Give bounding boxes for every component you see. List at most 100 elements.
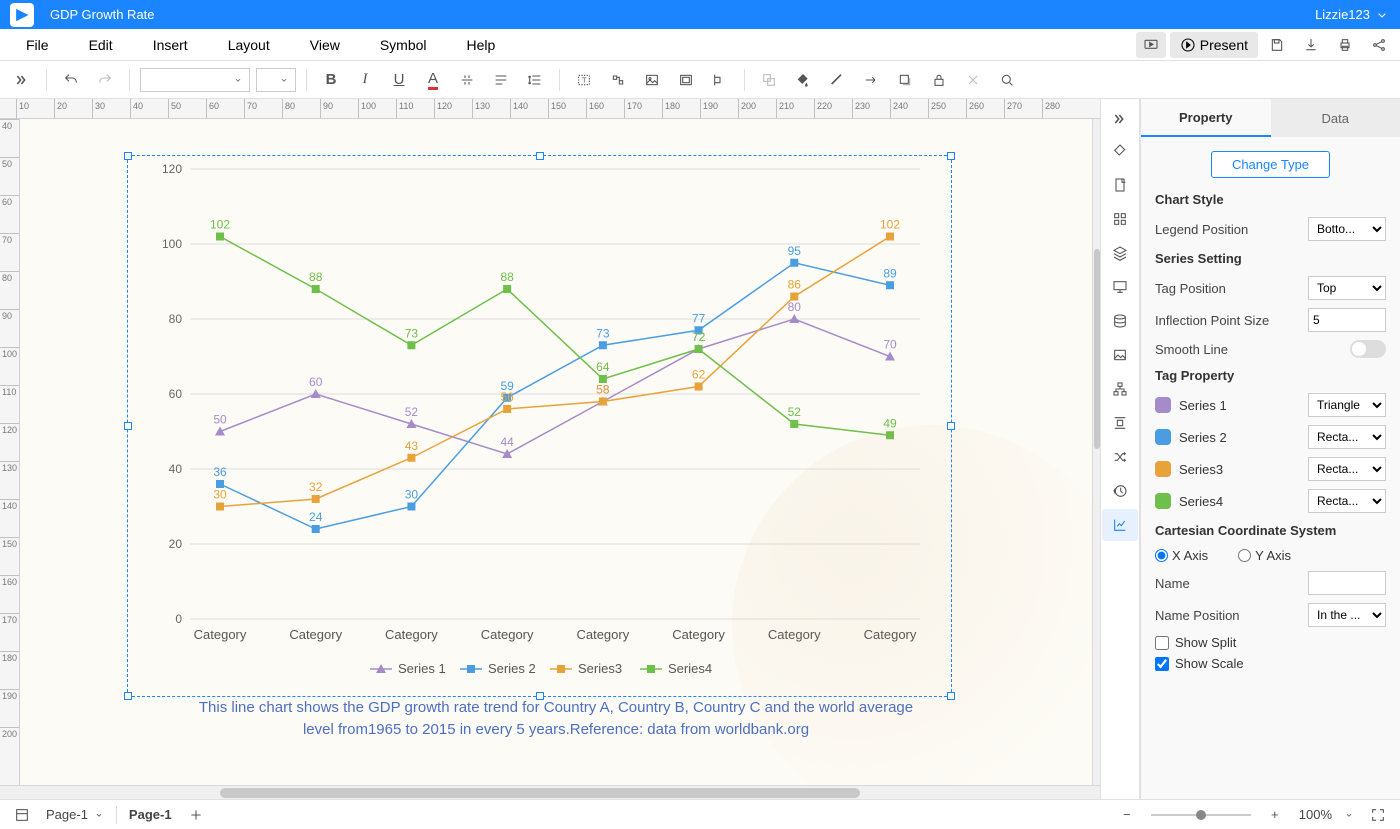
lock-icon[interactable]: [925, 66, 953, 94]
hierarchy-panel-icon[interactable]: [1102, 373, 1138, 405]
svg-text:72: 72: [692, 330, 706, 344]
axis-name-input[interactable]: [1308, 571, 1386, 595]
fullscreen-icon[interactable]: [1366, 803, 1390, 827]
menu-layout[interactable]: Layout: [208, 32, 290, 58]
chart-panel-icon[interactable]: [1102, 509, 1138, 541]
show-scale-checkbox[interactable]: Show Scale: [1155, 656, 1386, 671]
line-style-icon[interactable]: [823, 66, 851, 94]
svg-text:Category: Category: [194, 627, 247, 642]
grid-panel-icon[interactable]: [1102, 203, 1138, 235]
scrollbar-v[interactable]: [1094, 249, 1100, 449]
svg-text:73: 73: [596, 326, 610, 340]
svg-text:Category: Category: [768, 627, 821, 642]
property-panel: Property Data Change Type Chart Style Le…: [1140, 99, 1400, 799]
underline-icon[interactable]: U: [385, 66, 413, 94]
print-icon[interactable]: [1330, 32, 1360, 58]
inflection-size-input[interactable]: [1308, 308, 1386, 332]
spacing-panel-icon[interactable]: [1102, 407, 1138, 439]
save-icon[interactable]: [1262, 32, 1292, 58]
tag-position-select[interactable]: Top: [1308, 276, 1386, 300]
share-icon[interactable]: [1364, 32, 1394, 58]
more-icon[interactable]: [8, 66, 36, 94]
statusbar: Page-1 Page-1 − + 100%: [0, 799, 1400, 829]
redo-icon[interactable]: [91, 66, 119, 94]
zoom-out-icon[interactable]: −: [1115, 803, 1139, 827]
fill-panel-icon[interactable]: [1102, 135, 1138, 167]
series-shape-select[interactable]: Recta...: [1308, 457, 1386, 481]
add-page-icon[interactable]: [184, 803, 208, 827]
font-family-combo[interactable]: [140, 68, 250, 92]
series-shape-select[interactable]: Recta...: [1308, 425, 1386, 449]
scrollbar-h[interactable]: [0, 785, 1100, 799]
page-selector[interactable]: Page-1: [46, 807, 104, 823]
x-axis-radio[interactable]: X Axis: [1155, 548, 1208, 563]
export-icon[interactable]: [1296, 32, 1326, 58]
history-panel-icon[interactable]: [1102, 475, 1138, 507]
menu-symbol[interactable]: Symbol: [360, 32, 447, 58]
text-box-icon[interactable]: T: [570, 66, 598, 94]
app-logo[interactable]: [10, 3, 34, 27]
align-objects-icon[interactable]: [706, 66, 734, 94]
svg-text:Series3: Series3: [578, 661, 622, 676]
page-list-icon[interactable]: [10, 803, 34, 827]
show-split-checkbox[interactable]: Show Split: [1155, 635, 1386, 650]
slideshow-icon[interactable]: [1136, 32, 1166, 58]
series-shape-select[interactable]: Triangle: [1308, 393, 1386, 417]
undo-icon[interactable]: [57, 66, 85, 94]
align-v-icon[interactable]: [453, 66, 481, 94]
shuffle-panel-icon[interactable]: [1102, 441, 1138, 473]
menu-edit[interactable]: Edit: [69, 32, 133, 58]
canvas[interactable]: 020406080100120CategoryCategoryCategoryC…: [20, 119, 1092, 785]
menu-file[interactable]: File: [6, 32, 69, 58]
series-shape-select[interactable]: Recta...: [1308, 489, 1386, 513]
svg-text:80: 80: [788, 300, 802, 314]
svg-text:60: 60: [169, 387, 183, 401]
data-panel-icon[interactable]: [1102, 305, 1138, 337]
svg-text:86: 86: [788, 278, 802, 292]
page-panel-icon[interactable]: [1102, 169, 1138, 201]
svg-text:102: 102: [880, 218, 900, 232]
bold-icon[interactable]: B: [317, 66, 345, 94]
line-spacing-icon[interactable]: [521, 66, 549, 94]
tools-icon[interactable]: [959, 66, 987, 94]
presentation-panel-icon[interactable]: [1102, 271, 1138, 303]
menu-help[interactable]: Help: [447, 32, 516, 58]
font-size-combo[interactable]: [256, 68, 296, 92]
name-position-select[interactable]: In the ...: [1308, 603, 1386, 627]
image-icon[interactable]: [638, 66, 666, 94]
italic-icon[interactable]: I: [351, 66, 379, 94]
fill-icon[interactable]: [789, 66, 817, 94]
page-tab[interactable]: Page-1: [129, 807, 172, 822]
svg-text:60: 60: [309, 375, 323, 389]
svg-text:52: 52: [788, 405, 802, 419]
tab-property[interactable]: Property: [1141, 99, 1271, 137]
chart[interactable]: 020406080100120CategoryCategoryCategoryC…: [140, 159, 940, 699]
tab-data[interactable]: Data: [1271, 99, 1400, 137]
font-color-icon[interactable]: A: [419, 66, 447, 94]
legend-position-select[interactable]: Botto...: [1308, 217, 1386, 241]
svg-text:Category: Category: [864, 627, 917, 642]
layers-panel-icon[interactable]: [1102, 237, 1138, 269]
svg-text:88: 88: [309, 270, 323, 284]
zoom-slider[interactable]: [1151, 814, 1251, 816]
shadow-icon[interactable]: [891, 66, 919, 94]
svg-text:64: 64: [596, 360, 610, 374]
svg-text:43: 43: [405, 439, 419, 453]
menu-view[interactable]: View: [290, 32, 360, 58]
arrow-style-icon[interactable]: [857, 66, 885, 94]
svg-text:30: 30: [405, 488, 419, 502]
container-icon[interactable]: [672, 66, 700, 94]
y-axis-radio[interactable]: Y Axis: [1238, 548, 1291, 563]
image-panel-icon[interactable]: [1102, 339, 1138, 371]
align-h-icon[interactable]: [487, 66, 515, 94]
search-icon[interactable]: [993, 66, 1021, 94]
change-type-button[interactable]: Change Type: [1211, 151, 1330, 178]
smooth-line-toggle[interactable]: [1350, 340, 1386, 358]
expand-panel-icon[interactable]: [1101, 105, 1139, 133]
menu-insert[interactable]: Insert: [133, 32, 208, 58]
user-menu[interactable]: Lizzie123: [1315, 7, 1390, 23]
connector-icon[interactable]: [604, 66, 632, 94]
zoom-in-icon[interactable]: +: [1263, 803, 1287, 827]
present-button[interactable]: Present: [1170, 32, 1258, 58]
group-icon[interactable]: [755, 66, 783, 94]
